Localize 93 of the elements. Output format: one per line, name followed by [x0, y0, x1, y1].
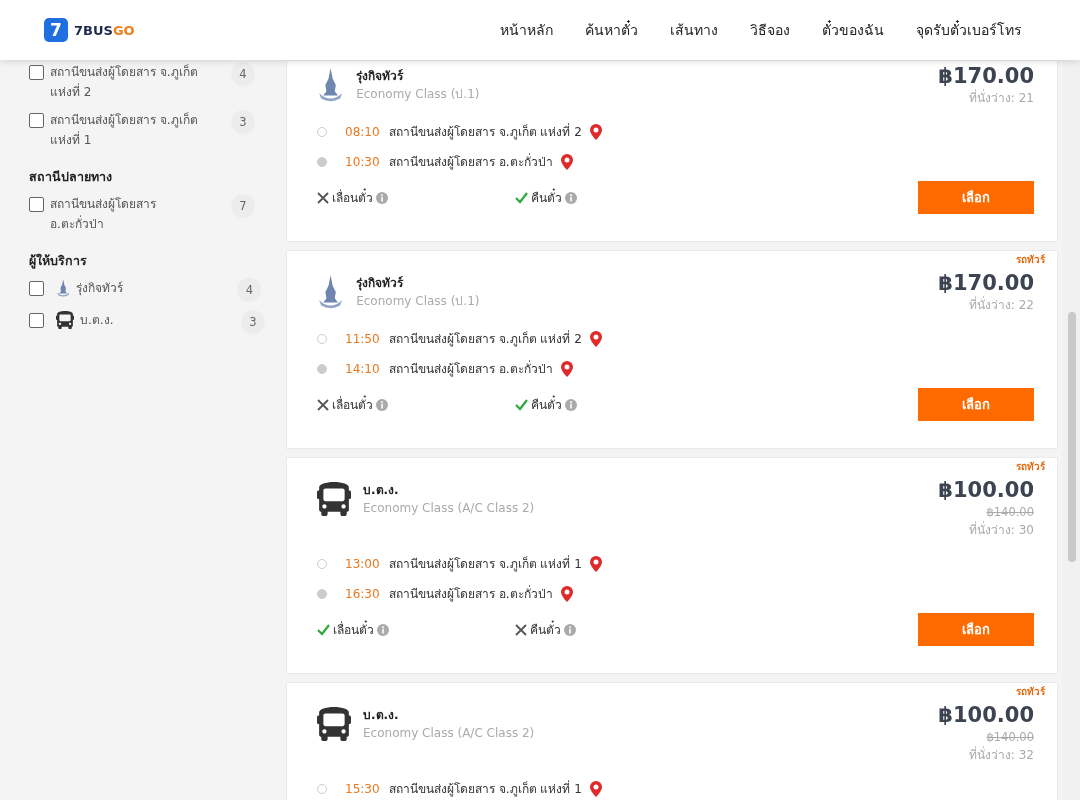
info-icon[interactable] — [565, 398, 577, 411]
operator-name: บ.ต.ง. — [363, 707, 400, 724]
policy-label: คืนตั๋ว — [531, 395, 562, 414]
info-icon[interactable] — [564, 623, 576, 636]
filter-label: สถานีขนส่งผู้โดยสาร อ.ตะกั่วป่า — [50, 196, 157, 233]
time: 13:00 — [345, 556, 381, 573]
original-price: ฿140.00 — [986, 729, 1034, 746]
map-pin-icon — [589, 556, 602, 572]
map-pin-icon — [589, 781, 602, 797]
info-icon[interactable] — [376, 191, 388, 204]
count-badge: 4 — [237, 278, 262, 302]
timeline-dot — [317, 334, 327, 344]
checkbox[interactable] — [29, 65, 44, 80]
operator-name: รุ่งกิจทัวร์ — [356, 68, 405, 85]
filter-label: รุ่งกิจทัวร์ — [76, 280, 125, 298]
timeline-dot — [317, 127, 327, 137]
time: 15:30 — [345, 781, 381, 798]
count-badge: 3 — [241, 310, 265, 334]
info-icon[interactable] — [565, 191, 577, 204]
map-pin-icon — [589, 124, 602, 140]
operator-name: บ.ต.ง. — [363, 482, 400, 499]
info-icon[interactable] — [376, 398, 388, 411]
policy-label: เลื่อนตั๋ว — [333, 620, 374, 639]
timeline-dot — [317, 589, 327, 599]
time: 10:30 — [345, 154, 381, 171]
scrollbar-thumb[interactable] — [1068, 312, 1076, 562]
filter-heading: ผู้ให้บริการ — [29, 252, 88, 270]
station-name: สถานีขนส่งผู้โดยสาร จ.ภูเก็ต แห่งที่ 1 — [389, 780, 582, 798]
nav-link[interactable]: หน้าหลัก — [484, 19, 569, 41]
filter-label: บ.ต.ง. — [80, 312, 115, 329]
seats-available: ที่นั่งว่าง: 21 — [968, 89, 1034, 107]
station-name: สถานีขนส่งผู้โดยสาร จ.ภูเก็ต แห่งที่ 2 — [389, 330, 582, 348]
station-name: สถานีขนส่งผู้โดยสาร อ.ตะกั่วป่า — [389, 153, 553, 171]
logo-wordmark[interactable]: 7BUSGO — [74, 22, 135, 38]
timeline-dot — [317, 364, 327, 374]
count-badge: 3 — [231, 110, 255, 134]
count-badge: 7 — [231, 194, 255, 218]
seats-available: ที่นั่งว่าง: 22 — [968, 296, 1034, 314]
info-icon[interactable] — [377, 623, 389, 636]
station-name: สถานีขนส่งผู้โดยสาร อ.ตะกั่วป่า — [389, 360, 553, 378]
count-badge: 4 — [231, 62, 255, 86]
timeline-dot — [317, 784, 327, 794]
timeline-dot — [317, 157, 327, 167]
nav-link[interactable]: ตั๋วของฉัน — [806, 19, 900, 41]
filter-label: สถานีขนส่งผู้โดยสาร จ.ภูเก็ต แห่งที่ 1 — [50, 111, 199, 149]
checkbox[interactable] — [29, 313, 44, 328]
bus-type-tag: รถทัวร์ — [1016, 460, 1045, 474]
time: 08:10 — [345, 124, 381, 141]
policy-label: คืนตั๋ว — [530, 620, 561, 639]
temple-icon — [317, 275, 345, 309]
price: ฿100.00 — [938, 702, 1034, 728]
seat-class: Economy Class (A/C Class 2) — [363, 725, 535, 742]
original-price: ฿140.00 — [986, 504, 1034, 521]
price: ฿170.00 — [938, 63, 1034, 89]
time: 16:30 — [345, 586, 381, 603]
seat-class: Economy Class (ป.1) — [356, 293, 480, 310]
policy-label: คืนตั๋ว — [531, 188, 562, 207]
nav-link[interactable]: เส้นทาง — [654, 19, 734, 41]
seats-available: ที่นั่งว่าง: 30 — [968, 521, 1034, 539]
map-pin-icon — [560, 586, 573, 602]
nav-link[interactable]: ค้นหาตั๋ว — [569, 19, 654, 41]
price: ฿100.00 — [938, 477, 1034, 503]
checkbox[interactable] — [29, 197, 44, 212]
map-pin-icon — [560, 361, 573, 377]
filter-label: สถานีขนส่งผู้โดยสาร จ.ภูเก็ต แห่งที่ 2 — [50, 63, 199, 101]
nav-link[interactable]: จุดรับตั๋วเบอร์โทร — [900, 19, 1022, 41]
seat-class: Economy Class (A/C Class 2) — [363, 500, 535, 517]
map-pin-icon — [560, 154, 573, 170]
checkbox[interactable] — [29, 113, 44, 128]
price: ฿170.00 — [938, 270, 1034, 296]
bus-icon — [317, 707, 351, 741]
policy-label: เลื่อนตั๋ว — [332, 395, 373, 414]
bus-type-tag: รถทัวร์ — [1016, 253, 1045, 267]
operator-name: รุ่งกิจทัวร์ — [356, 275, 405, 292]
station-name: สถานีขนส่งผู้โดยสาร อ.ตะกั่วป่า — [389, 585, 553, 603]
bus-icon — [317, 482, 351, 516]
seat-class: Economy Class (ป.1) — [356, 86, 480, 103]
bus-type-tag: รถทัวร์ — [1016, 685, 1045, 699]
logo-mark[interactable]: 7 — [44, 18, 68, 42]
station-name: สถานีขนส่งผู้โดยสาร จ.ภูเก็ต แห่งที่ 2 — [389, 123, 582, 141]
nav-link[interactable]: วิธีจอง — [734, 19, 806, 41]
temple-icon — [56, 279, 71, 297]
time: 11:50 — [345, 331, 381, 348]
checkbox[interactable] — [29, 281, 44, 296]
bus-icon — [56, 311, 74, 329]
timeline-dot — [317, 559, 327, 569]
policy-label: เลื่อนตั๋ว — [332, 188, 373, 207]
time: 14:10 — [345, 361, 381, 378]
temple-icon — [317, 68, 345, 102]
seats-available: ที่นั่งว่าง: 32 — [968, 746, 1034, 764]
station-name: สถานีขนส่งผู้โดยสาร จ.ภูเก็ต แห่งที่ 1 — [389, 555, 582, 573]
filter-heading: สถานีปลายทาง — [29, 168, 113, 186]
map-pin-icon — [589, 331, 602, 347]
